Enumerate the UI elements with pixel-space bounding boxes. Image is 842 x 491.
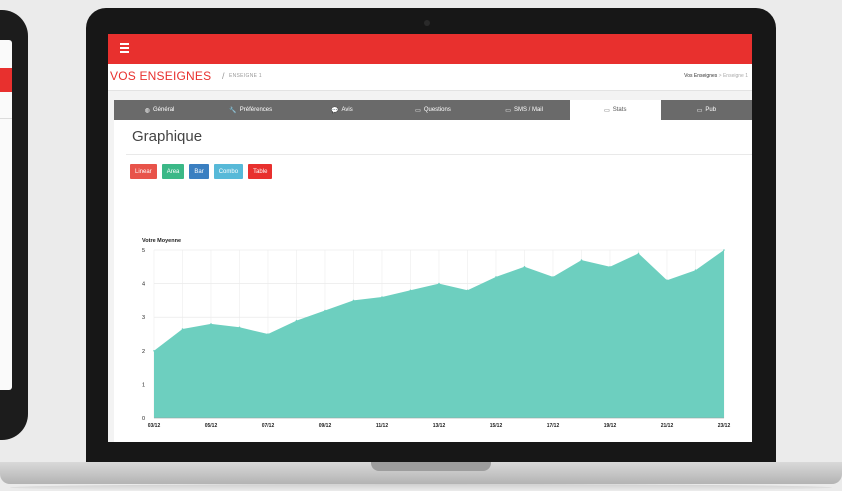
- top-bar: [108, 34, 752, 64]
- x-tick-label: 21/12: [661, 423, 674, 429]
- breadcrumb-link-enseignes[interactable]: Vos Enseignes: [684, 73, 717, 79]
- data-point: [438, 282, 440, 285]
- tab-bar: ◍ Général 🔧 Préférences 💬 Avis ▭ Questions ▭ SMS …: [114, 100, 752, 120]
- data-point: [723, 249, 725, 251]
- x-tick-label: 15/12: [490, 423, 503, 429]
- x-tick-label: 13/12: [433, 423, 446, 429]
- comments-icon: 💬: [330, 107, 339, 114]
- area-chart: Votre Moyenne 0 1 2 3 4 5 03/12 05/12 07/12 09/12 1…: [142, 238, 731, 429]
- tab-label: Avis: [341, 107, 353, 113]
- data-point: [181, 328, 184, 330]
- breadcrumb-arrow: >: [718, 73, 722, 79]
- y-tick-label: 2: [142, 349, 145, 355]
- x-tick-label: 07/12: [262, 423, 275, 429]
- phone-screen: [0, 40, 12, 390]
- camera: [424, 20, 430, 26]
- x-tick-label: 23/12: [718, 423, 731, 429]
- laptop-icon: ▭: [696, 107, 703, 114]
- tab-g-n-ral[interactable]: ◍ Général: [114, 100, 205, 120]
- y-tick-label: 5: [142, 248, 145, 254]
- data-point: [466, 289, 469, 292]
- y-tick-label: 4: [142, 282, 145, 288]
- tab-label: SMS / Mail: [513, 107, 543, 113]
- tab-label: Stats: [612, 107, 627, 113]
- y-tick-label: 0: [142, 416, 145, 422]
- data-point: [523, 266, 526, 268]
- phone-divider: [0, 118, 12, 119]
- x-tick-label: 17/12: [547, 423, 560, 429]
- data-point: [295, 319, 298, 322]
- breadcrumb-current: ENSEIGNE 1: [229, 73, 263, 79]
- phone-header-bar: [0, 68, 12, 92]
- laptop-icon: ▭: [505, 107, 511, 114]
- x-tick-label: 19/12: [604, 423, 617, 429]
- y-tick-label: 1: [142, 382, 145, 388]
- x-tick-label: 03/12: [148, 423, 161, 429]
- laptop-shadow: [10, 484, 832, 491]
- data-point: [267, 333, 269, 335]
- tab-label: Général: [153, 107, 175, 113]
- data-point: [495, 276, 497, 278]
- data-point: [153, 350, 155, 352]
- data-point: [352, 299, 355, 302]
- data-point: [666, 279, 668, 281]
- x-tick-label: 09/12: [319, 423, 332, 429]
- tab-questions[interactable]: ▭ Questions: [387, 100, 478, 120]
- tab-avis[interactable]: 💬 Avis: [296, 100, 387, 120]
- tab-pr-f-rences[interactable]: 🔧 Préférences: [205, 100, 296, 120]
- data-point: [210, 323, 212, 325]
- breadcrumb-bar: VOS ENSEIGNES / ENSEIGNE 1 Vos Enseignes…: [108, 64, 752, 91]
- data-point: [552, 276, 554, 278]
- x-tick-label: 05/12: [205, 423, 218, 429]
- page-title: VOS ENSEIGNES: [110, 69, 212, 83]
- tab-stats[interactable]: ▭ Stats: [569, 100, 661, 120]
- data-point: [580, 259, 583, 261]
- y-tick-label: 3: [142, 315, 145, 321]
- tab-label: Pub: [705, 107, 717, 113]
- laptop-icon: ▭: [604, 107, 610, 114]
- chart-title: Votre Moyenne: [142, 238, 181, 244]
- breadcrumb-item-current: Enseigne 1: [722, 73, 748, 79]
- tab-pub[interactable]: ▭ Pub: [661, 100, 752, 120]
- breadcrumb-separator: /: [222, 71, 225, 81]
- data-point: [609, 266, 611, 268]
- laptop-lid: VOS ENSEIGNES / ENSEIGNE 1 Vos Enseignes…: [86, 8, 776, 470]
- phone-device: [0, 10, 28, 440]
- laptop-screen: VOS ENSEIGNES / ENSEIGNE 1 Vos Enseignes…: [108, 34, 752, 442]
- stats-panel: Graphique Linear Area Bar Combo Table Votre …: [114, 120, 752, 442]
- laptop-icon: ▭: [415, 107, 421, 114]
- data-point: [409, 289, 412, 292]
- x-tick-label: 11/12: [376, 423, 388, 429]
- data-point: [238, 326, 241, 329]
- data-point: [324, 309, 326, 312]
- data-point: [381, 296, 383, 298]
- hamburger-icon[interactable]: [120, 43, 129, 53]
- tab-label: Questions: [423, 107, 451, 113]
- globe-icon: ◍: [144, 107, 151, 114]
- data-point: [694, 269, 697, 271]
- data-point: [637, 252, 640, 255]
- wrench-icon: 🔧: [229, 107, 237, 114]
- breadcrumb: Vos Enseignes > Enseigne 1: [684, 73, 748, 79]
- tab-label: Préférences: [239, 107, 273, 113]
- tab-sms-mail[interactable]: ▭ SMS / Mail: [479, 100, 570, 120]
- laptop-notch: [371, 462, 491, 471]
